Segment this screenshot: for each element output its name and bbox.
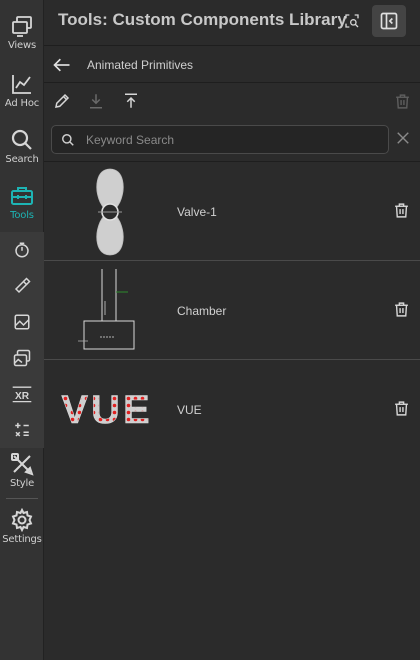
chamber-thumbnail bbox=[78, 269, 135, 350]
pencil-icon bbox=[55, 93, 70, 108]
nav-settings-label: Settings bbox=[2, 534, 42, 545]
gallery-icon bbox=[13, 349, 31, 367]
timer-icon bbox=[15, 242, 29, 258]
collapse-panel-button[interactable] bbox=[372, 5, 406, 37]
nav-timer[interactable] bbox=[0, 232, 44, 268]
nav-ad-hoc-label: Ad Hoc bbox=[4, 98, 40, 109]
library-toolbar bbox=[44, 84, 420, 118]
vue-text-thumbnail: VUE bbox=[61, 388, 152, 433]
nav-search[interactable]: Search bbox=[0, 128, 44, 165]
nav-search-label: Search bbox=[5, 154, 39, 165]
tools-panel: Tools: Custom Components Library Animate… bbox=[44, 0, 420, 660]
trash-icon[interactable] bbox=[393, 202, 410, 219]
search-icon bbox=[62, 134, 74, 146]
component-name: VUE bbox=[177, 403, 202, 417]
xr-icon-text: XR bbox=[15, 391, 30, 402]
search-box[interactable] bbox=[51, 125, 389, 154]
nav-tools[interactable]: Tools bbox=[0, 184, 44, 221]
rail-divider bbox=[6, 498, 38, 499]
nav-settings[interactable]: Settings bbox=[0, 508, 44, 545]
nav-views-label: Views bbox=[8, 40, 36, 51]
component-list: Valve-1 Chamber VUE VUE bbox=[44, 162, 420, 459]
upload-icon bbox=[125, 93, 137, 108]
component-name: Chamber bbox=[177, 304, 227, 318]
nav-style-label: Style bbox=[9, 478, 35, 489]
image-icon bbox=[14, 314, 30, 330]
download-icon bbox=[90, 94, 102, 109]
nav-xr[interactable]: XR bbox=[0, 376, 44, 412]
views-icon bbox=[12, 16, 32, 37]
left-nav-rail: Views Ad Hoc Search Tools XR Style Setti… bbox=[0, 0, 44, 660]
list-item[interactable]: Chamber bbox=[44, 261, 420, 360]
paint-component-icon bbox=[14, 277, 31, 294]
chart-line-icon bbox=[12, 75, 31, 94]
nav-gallery[interactable] bbox=[0, 340, 44, 376]
calculator-icon bbox=[15, 422, 29, 437]
expand-select-icon[interactable] bbox=[344, 13, 360, 29]
xr-icon: XR bbox=[12, 386, 32, 403]
page-title: Tools: Custom Components Library bbox=[58, 10, 347, 29]
panel-header: Tools: Custom Components Library bbox=[44, 0, 420, 46]
close-icon[interactable] bbox=[396, 131, 410, 145]
component-name: Valve-1 bbox=[177, 205, 217, 219]
import-button[interactable] bbox=[86, 91, 106, 111]
search-input[interactable] bbox=[86, 131, 376, 149]
nav-images[interactable] bbox=[0, 304, 44, 340]
trash-icon bbox=[395, 93, 409, 109]
trash-icon[interactable] bbox=[393, 400, 410, 417]
style-tools-icon bbox=[11, 453, 34, 476]
breadcrumb-label: Animated Primitives bbox=[87, 58, 194, 72]
nav-style[interactable]: Style bbox=[0, 452, 44, 489]
breadcrumb: Animated Primitives bbox=[44, 47, 420, 83]
nav-tools-label: Tools bbox=[10, 210, 34, 221]
valve-thumbnail bbox=[96, 168, 124, 256]
export-button[interactable] bbox=[121, 91, 141, 111]
list-item[interactable]: Valve-1 bbox=[44, 162, 420, 261]
collapse-panel-icon bbox=[380, 12, 398, 30]
back-arrow-icon[interactable] bbox=[52, 55, 72, 75]
toolbox-icon bbox=[11, 187, 33, 205]
nav-ad-hoc[interactable]: Ad Hoc bbox=[0, 72, 44, 109]
nav-custom-components[interactable] bbox=[0, 268, 44, 304]
nav-calculator[interactable] bbox=[0, 412, 44, 448]
vue-thumbnail-text: VUE bbox=[61, 388, 152, 432]
list-item[interactable]: VUE VUE bbox=[44, 360, 420, 459]
search-icon bbox=[11, 129, 32, 150]
nav-views[interactable]: Views bbox=[0, 14, 44, 51]
gear-icon bbox=[11, 508, 33, 532]
search-row bbox=[44, 118, 420, 162]
delete-selected-button[interactable] bbox=[392, 91, 412, 111]
trash-icon[interactable] bbox=[393, 301, 410, 318]
edit-button[interactable] bbox=[52, 91, 72, 111]
